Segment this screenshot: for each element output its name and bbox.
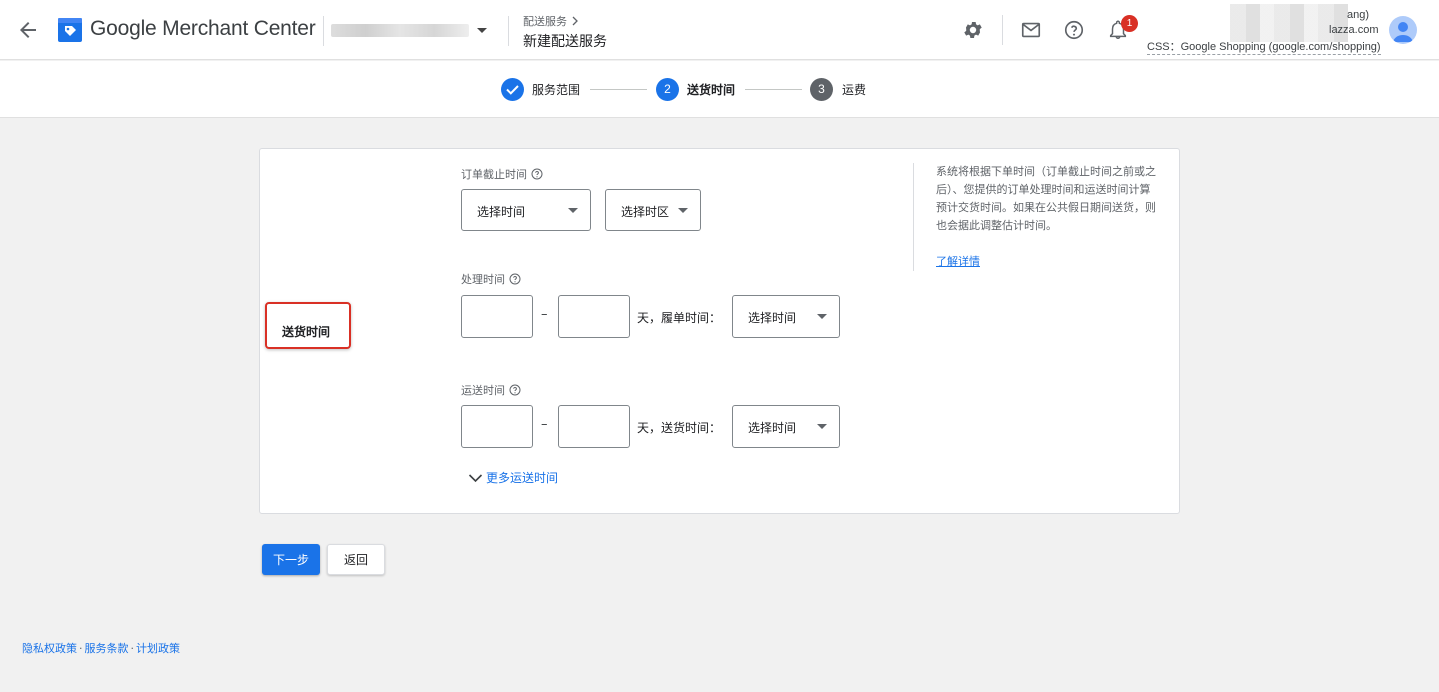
privacy-policy-link[interactable]: 隐私权政策 xyxy=(22,642,77,655)
user-name: ang) xyxy=(1347,9,1370,21)
transit-suffix-text: 天，送货时间： xyxy=(637,421,722,435)
delivery-time-value: 选择时间 xyxy=(748,421,797,435)
caret-down-icon xyxy=(477,28,487,33)
help-outline-icon[interactable] xyxy=(509,273,521,285)
step-connector xyxy=(590,89,647,90)
step-3-circle: 3 xyxy=(810,78,833,101)
program-policies-link[interactable]: 计划政策 xyxy=(136,642,180,655)
next-button[interactable]: 下一步 xyxy=(262,544,320,575)
user-avatar[interactable] xyxy=(1389,16,1417,44)
user-name-redacted xyxy=(1230,4,1348,42)
account-name-redacted xyxy=(331,24,469,37)
header-divider xyxy=(1002,15,1003,45)
header-divider xyxy=(508,16,509,46)
breadcrumb-parent[interactable]: 配送服务 xyxy=(523,13,567,29)
transit-max-days-input[interactable] xyxy=(558,405,630,448)
transit-min-days-input[interactable] xyxy=(461,405,533,448)
settings-gear-icon[interactable] xyxy=(962,19,984,41)
chevron-down-icon xyxy=(468,473,483,482)
learn-more-link[interactable]: 了解详情 xyxy=(936,253,980,269)
caret-down-icon xyxy=(817,424,827,429)
css-label[interactable]: CSS：Google Shopping (google.com/shopping… xyxy=(1147,38,1381,55)
handling-max-days-input[interactable] xyxy=(558,295,630,338)
range-dash: – xyxy=(541,417,548,432)
back-button[interactable]: 返回 xyxy=(327,544,385,575)
step-1-label[interactable]: 服务范围 xyxy=(532,81,580,98)
help-icon[interactable] xyxy=(1063,19,1085,41)
step-2-label: 送货时间 xyxy=(687,83,736,97)
mail-icon[interactable] xyxy=(1020,19,1042,41)
section-title: 送货时间 xyxy=(282,325,331,339)
app-title: Google Merchant Center xyxy=(90,17,316,40)
caret-down-icon xyxy=(568,208,578,213)
delivery-time-card: 送货时间 订单截止时间 选择时间 选择时区 处理时间 – 天，履单时间： 选择时… xyxy=(259,148,1180,514)
header-divider xyxy=(323,16,324,46)
cutoff-timezone-value: 选择时区 xyxy=(621,205,670,219)
help-outline-icon[interactable] xyxy=(509,384,521,396)
cutoff-time-label-text: 订单截止时间 xyxy=(461,168,527,181)
cutoff-time-label: 订单截止时间 xyxy=(461,166,543,182)
merchant-center-logo-icon xyxy=(58,18,82,42)
handling-time-label-text: 处理时间 xyxy=(461,273,505,286)
footer-separator: · xyxy=(79,642,83,655)
step-1-done-circle xyxy=(501,78,524,101)
handling-suffix-text: 天，履单时间： xyxy=(637,311,722,325)
footer-separator: · xyxy=(130,642,135,655)
fulfillment-time-dropdown[interactable]: 选择时间 xyxy=(732,295,840,338)
help-text: 系统将根据下单时间（订单截止时间之前或之后）、您提供的订单处理时间和运送时间计算… xyxy=(936,165,1156,232)
help-divider xyxy=(913,163,914,271)
delivery-time-dropdown[interactable]: 选择时间 xyxy=(732,405,840,448)
check-icon xyxy=(506,85,519,95)
cutoff-time-value: 选择时间 xyxy=(477,205,526,219)
fulfillment-time-value: 选择时间 xyxy=(748,311,797,325)
transit-time-label-text: 运送时间 xyxy=(461,384,505,397)
top-app-bar: Google Merchant Center 配送服务 新建配送服务 1 ang… xyxy=(0,0,1439,60)
terms-of-service-link[interactable]: 服务条款 xyxy=(85,642,129,655)
back-arrow-icon[interactable] xyxy=(16,18,40,42)
caret-down-icon xyxy=(817,314,827,319)
handling-min-days-input[interactable] xyxy=(461,295,533,338)
person-icon xyxy=(1393,22,1413,42)
cutoff-timezone-dropdown[interactable]: 选择时区 xyxy=(605,189,701,231)
page-title: 新建配送服务 xyxy=(523,34,607,50)
help-outline-icon[interactable] xyxy=(531,168,543,180)
notification-count-badge: 1 xyxy=(1121,15,1138,32)
step-3-label: 运费 xyxy=(842,83,867,97)
caret-down-icon xyxy=(678,208,688,213)
account-selector[interactable] xyxy=(331,22,491,40)
breadcrumb[interactable]: 配送服务 xyxy=(523,13,580,29)
more-transit-times-text: 更多运送时间 xyxy=(486,471,559,485)
step-connector xyxy=(745,89,802,90)
step-2-circle: 2 xyxy=(656,78,679,101)
transit-time-label: 运送时间 xyxy=(461,382,521,398)
more-transit-times-link[interactable]: 更多运送时间 xyxy=(468,469,558,486)
progress-stepper: 服务范围 2 送货时间 3 运费 xyxy=(0,61,1439,118)
handling-time-label: 处理时间 xyxy=(461,271,521,287)
chevron-right-icon xyxy=(572,16,578,26)
footer-links: 隐私权政策 · 服务条款 · 计划政策 xyxy=(22,640,180,656)
cutoff-time-dropdown[interactable]: 选择时间 xyxy=(461,189,591,231)
user-email: lazza.com xyxy=(1329,24,1379,36)
range-dash: – xyxy=(541,307,548,322)
